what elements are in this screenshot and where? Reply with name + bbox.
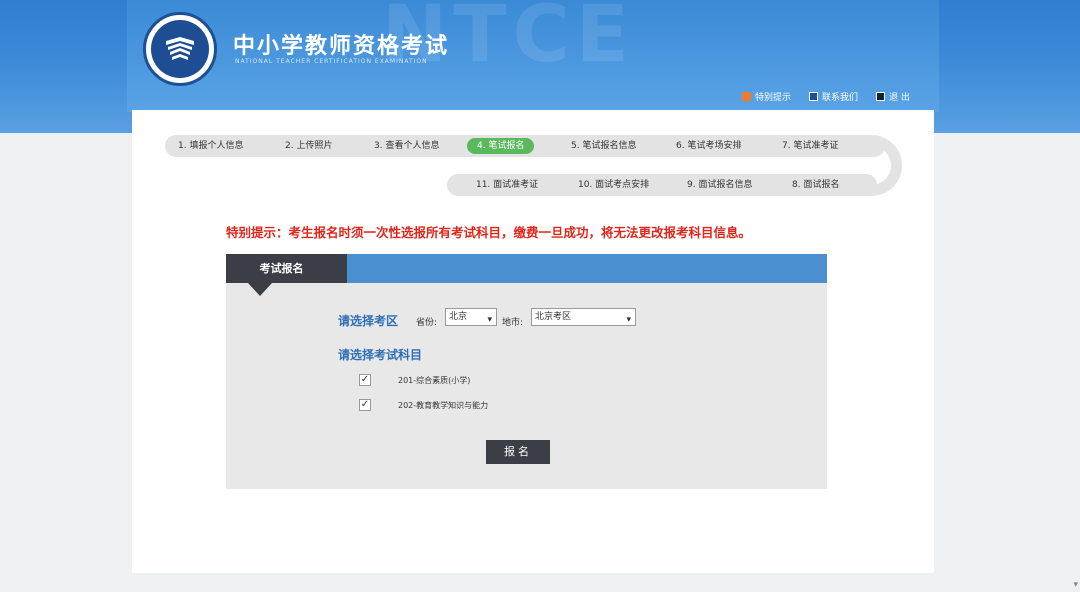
step-3[interactable]: 3. 查看个人信息 [374, 135, 439, 157]
step-6[interactable]: 6. 笔试考场安排 [676, 135, 741, 157]
ntce-logo [143, 12, 217, 86]
step-1[interactable]: 1. 填报个人信息 [178, 135, 243, 157]
exit-link[interactable]: 退 出 [876, 90, 910, 103]
region-label: 请选择考区 [338, 314, 399, 328]
subject-checkbox-202[interactable]: ✓ [359, 399, 371, 411]
step-2[interactable]: 2. 上传照片 [285, 135, 332, 157]
step-5[interactable]: 5. 笔试报名信息 [571, 135, 636, 157]
tab-exam-registration[interactable]: 考试报名 [226, 254, 347, 283]
contact-icon [809, 92, 819, 101]
site-subtitle: NATIONAL TEACHER CERTIFICATION EXAMINATI… [235, 58, 428, 65]
step-11[interactable]: 11. 面试准考证 [476, 174, 538, 196]
exit-icon [876, 92, 886, 101]
scroll-down-arrow[interactable]: ▾ [1073, 580, 1078, 590]
register-button[interactable]: 报名 [486, 440, 550, 464]
province-label: 省份: [416, 318, 438, 328]
province-select[interactable]: 北京 ▾ [445, 308, 497, 326]
step-9[interactable]: 9. 面试报名信息 [687, 174, 752, 196]
step-10[interactable]: 10. 面试考点安排 [578, 174, 649, 196]
contact-link[interactable]: 联系我们 [809, 90, 858, 103]
book-icon [166, 37, 194, 60]
subject-label-202: 202-教育教学知识与能力 [398, 401, 489, 410]
tab-pointer [248, 283, 272, 296]
chevron-down-icon: ▾ [626, 315, 631, 325]
notice-icon [742, 92, 751, 101]
subject-checkbox-201[interactable]: ✓ [359, 374, 371, 386]
chevron-down-icon: ▾ [487, 315, 492, 325]
step-7[interactable]: 7. 笔试准考证 [782, 135, 838, 157]
step-4-active[interactable]: 4. 笔试报名 [467, 138, 535, 154]
subject-label-201: 201-综合素质(小学) [398, 376, 471, 385]
city-select[interactable]: 北京考区 ▾ [531, 308, 636, 326]
notice-link[interactable]: 特别提示 [742, 90, 791, 103]
registration-notice: 特别提示：考生报名时须一次性选报所有考试科目，缴费一旦成功，将无法更改报考科目信… [226, 225, 752, 240]
subject-label: 请选择考试科目 [338, 348, 423, 362]
top-links: 特别提示 联系我们 退 出 [742, 90, 910, 103]
site-title: 中小学教师资格考试 [233, 33, 450, 59]
step-8[interactable]: 8. 面试报名 [792, 174, 839, 196]
registration-form: 考试报名 请选择考区 省份: 北京 ▾ 地市: 北京考区 ▾ 请选择考试科目 ✓… [226, 254, 827, 489]
city-label: 地市: [502, 318, 524, 328]
